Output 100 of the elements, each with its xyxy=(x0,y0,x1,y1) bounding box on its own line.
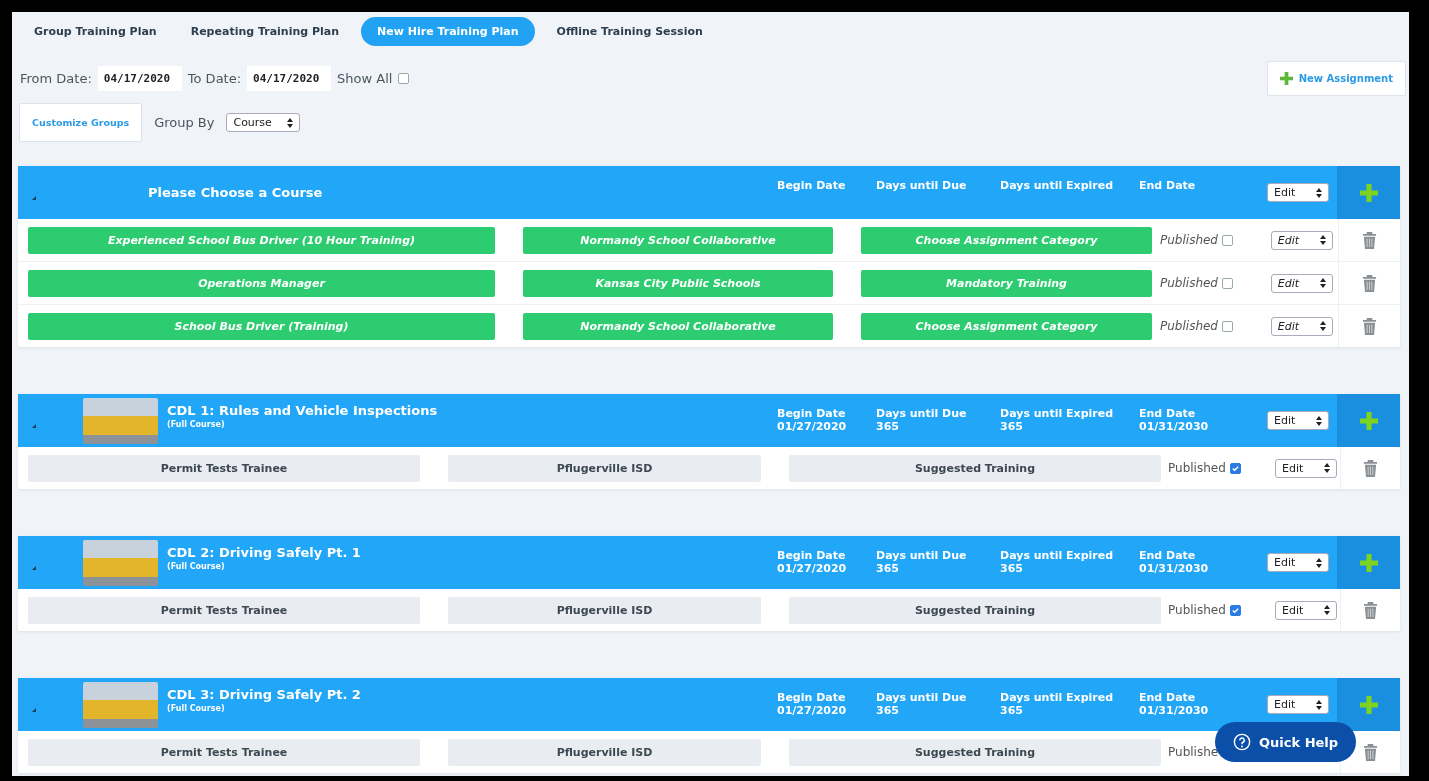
group-by-label: Group By xyxy=(154,115,215,130)
caret-icon xyxy=(1324,605,1331,615)
days-until-expired-label: Days until Expired xyxy=(1000,179,1115,192)
tab[interactable]: Repeating Training Plan xyxy=(178,17,352,45)
caret-icon xyxy=(1316,415,1322,426)
edit-select[interactable]: Edit xyxy=(1275,458,1338,478)
to-date-label: To Date: xyxy=(187,70,242,86)
from-date-field[interactable]: 04/17/2020 xyxy=(97,65,182,91)
caret-icon xyxy=(1316,187,1322,198)
assignment-field[interactable]: Permit Tests Trainee xyxy=(28,596,420,624)
days-until-expired-value: 365 xyxy=(1000,420,1024,433)
end-date-value: 01/31/2030 xyxy=(1139,420,1210,433)
edit-select[interactable]: Edit xyxy=(1267,695,1329,714)
end-date-label: End Date xyxy=(1139,691,1197,704)
to-date-field[interactable]: 04/17/2020 xyxy=(247,65,332,91)
plus-icon xyxy=(1359,411,1378,430)
begin-date-label: Begin Date xyxy=(777,179,847,192)
days-until-expired-label: Days until Expired xyxy=(1000,407,1115,420)
trash-icon[interactable] xyxy=(1362,273,1378,293)
end-date-label: End Date xyxy=(1139,179,1197,192)
days-until-expired-value: 365 xyxy=(1000,704,1024,717)
days-until-due-label: Days until Due xyxy=(876,407,968,420)
published-label: Published xyxy=(1160,276,1218,290)
edit-select[interactable]: Edit xyxy=(1270,230,1333,250)
published-label: Published xyxy=(1168,603,1226,617)
caret-icon xyxy=(1324,463,1331,473)
assignment-field[interactable]: Permit Tests Trainee xyxy=(28,738,420,766)
trash-icon[interactable] xyxy=(1363,742,1379,762)
caret-icon xyxy=(287,117,294,128)
begin-date-value: 01/27/2020 xyxy=(777,562,848,575)
show-all-checkbox[interactable] xyxy=(398,72,410,84)
assignment-field[interactable]: Suggested Training xyxy=(789,738,1161,766)
assignment-field[interactable]: Pflugerville ISD xyxy=(448,596,761,624)
help-icon xyxy=(1233,733,1251,751)
days-until-due-label: Days until Due xyxy=(876,549,968,562)
group-by-select[interactable]: Course xyxy=(226,113,301,132)
days-until-expired-value: 365 xyxy=(1000,562,1024,575)
tab[interactable]: Offline Training Session xyxy=(544,17,715,45)
edit-select[interactable]: Edit xyxy=(1267,553,1329,572)
plus-icon xyxy=(1279,71,1293,85)
show-all-label: Show All xyxy=(337,70,393,86)
end-date-label: End Date xyxy=(1139,407,1197,420)
days-until-due-value: 365 xyxy=(876,562,900,575)
days-until-expired-label: Days until Expired xyxy=(1000,691,1115,704)
caret-icon xyxy=(1319,278,1326,288)
edit-select[interactable]: Edit xyxy=(1270,316,1333,336)
course-subtitle: (Full Course) xyxy=(167,703,226,713)
begin-date-label: Begin Date xyxy=(777,407,847,420)
from-date-label: From Date: xyxy=(20,70,92,86)
days-until-due-label: Days until Due xyxy=(876,691,968,704)
assignment-field[interactable]: Suggested Training xyxy=(789,454,1161,482)
published-checkbox[interactable] xyxy=(1222,320,1233,332)
tab[interactable]: Group Training Plan xyxy=(22,17,169,45)
begin-date-value: 01/27/2020 xyxy=(777,420,848,433)
caret-icon xyxy=(1316,557,1322,568)
published-checkbox[interactable] xyxy=(1229,604,1241,616)
published-checkbox[interactable] xyxy=(1222,277,1233,289)
begin-date-label: Begin Date xyxy=(777,549,847,562)
caret-icon xyxy=(1316,699,1322,710)
published-label: Published xyxy=(1160,233,1218,247)
begin-date-value: 01/27/2020 xyxy=(777,704,848,717)
course-subtitle: (Full Course) xyxy=(167,419,226,429)
published-checkbox[interactable] xyxy=(1229,462,1241,474)
caret-icon xyxy=(1319,235,1326,245)
assignment-field[interactable]: Permit Tests Trainee xyxy=(28,454,420,482)
add-button[interactable] xyxy=(1337,166,1400,219)
days-until-due-value: 365 xyxy=(876,420,900,433)
assignment-field[interactable]: Suggested Training xyxy=(789,596,1161,624)
plus-icon xyxy=(1359,695,1378,714)
edit-select[interactable]: Edit xyxy=(1267,183,1329,202)
edit-select[interactable]: Edit xyxy=(1267,411,1329,430)
collapse-icon[interactable] xyxy=(32,195,36,200)
days-until-expired-label: Days until Expired xyxy=(1000,549,1115,562)
trash-icon[interactable] xyxy=(1362,230,1378,250)
plus-icon xyxy=(1359,183,1378,202)
collapse-icon[interactable] xyxy=(32,423,36,428)
trash-icon[interactable] xyxy=(1363,458,1379,478)
end-date-value: 01/31/2030 xyxy=(1139,562,1210,575)
trash-icon[interactable] xyxy=(1363,600,1379,620)
published-label: Published xyxy=(1160,319,1218,333)
collapse-icon[interactable] xyxy=(32,565,36,570)
end-date-label: End Date xyxy=(1139,549,1197,562)
end-date-value: 01/31/2030 xyxy=(1139,704,1210,717)
assignment-field[interactable]: Pflugerville ISD xyxy=(448,454,761,482)
plus-icon xyxy=(1359,553,1378,572)
caret-icon xyxy=(1319,321,1326,331)
collapse-icon[interactable] xyxy=(32,707,36,712)
add-button[interactable] xyxy=(1337,536,1400,589)
published-checkbox[interactable] xyxy=(1222,234,1233,246)
add-button[interactable] xyxy=(1337,394,1400,447)
add-button[interactable] xyxy=(1337,678,1400,731)
days-until-due-value: 365 xyxy=(876,704,900,717)
published-label: Published xyxy=(1168,461,1226,475)
edit-select[interactable]: Edit xyxy=(1270,273,1333,293)
edit-select[interactable]: Edit xyxy=(1275,600,1338,620)
course-subtitle: (Full Course) xyxy=(167,561,226,571)
trash-icon[interactable] xyxy=(1362,316,1378,336)
assignment-field[interactable]: Pflugerville ISD xyxy=(448,738,761,766)
begin-date-label: Begin Date xyxy=(777,691,847,704)
days-until-due-label: Days until Due xyxy=(876,179,968,192)
